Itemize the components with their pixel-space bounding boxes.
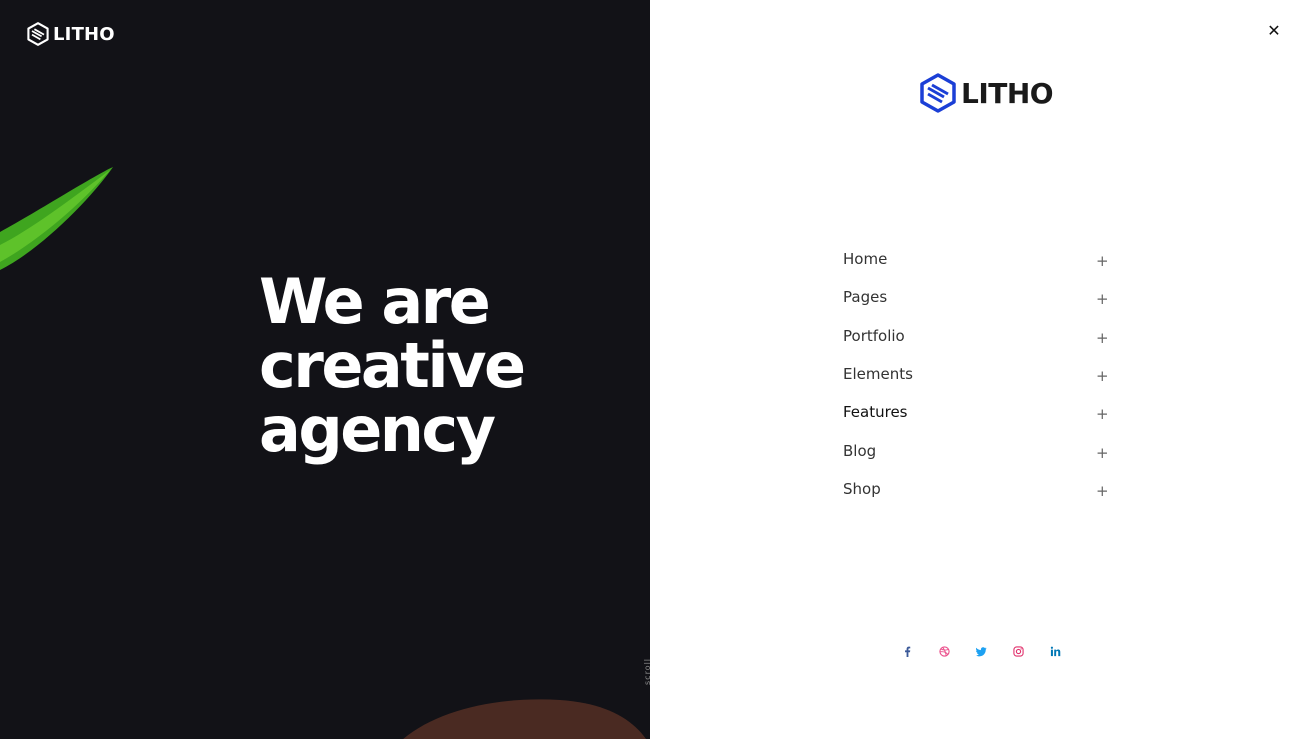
- menu-item-portfolio[interactable]: Portfolio +: [843, 317, 1109, 355]
- menu-item-label: Elements: [843, 365, 913, 384]
- menu-item-label: Pages: [843, 288, 888, 307]
- hero-logo[interactable]: LITHO: [27, 22, 115, 46]
- litho-logo-icon: [920, 73, 956, 113]
- menu-item-label: Features: [843, 403, 908, 422]
- plus-icon[interactable]: +: [1096, 290, 1109, 308]
- hero-section: LITHO We are creative agency scroll: [0, 0, 650, 739]
- dribbble-link[interactable]: [936, 642, 952, 660]
- menu-item-features[interactable]: Features +: [843, 393, 1109, 431]
- hand-decoration: [403, 699, 646, 739]
- panel-logo[interactable]: LITHO: [920, 73, 1054, 113]
- twitter-icon: [975, 646, 987, 656]
- close-button[interactable]: ✕: [1264, 20, 1284, 40]
- menu-item-shop[interactable]: Shop +: [843, 470, 1109, 508]
- facebook-icon: [904, 646, 910, 657]
- menu-item-pages[interactable]: Pages +: [843, 278, 1109, 316]
- facebook-link[interactable]: [899, 642, 915, 660]
- social-links: [899, 642, 1063, 660]
- dribbble-icon: [938, 645, 950, 657]
- hero-logo-text: LITHO: [53, 23, 115, 45]
- menu-item-label: Blog: [843, 441, 877, 460]
- menu-item-blog[interactable]: Blog +: [843, 431, 1109, 469]
- headline-line: agency: [259, 393, 496, 466]
- panel-logo-text: LITHO: [961, 76, 1054, 110]
- menu-item-label: Portfolio: [843, 326, 905, 345]
- plus-icon[interactable]: +: [1096, 444, 1109, 462]
- menu-item-home[interactable]: Home +: [843, 240, 1109, 278]
- instagram-icon: [1012, 645, 1024, 657]
- headline-line: creative: [259, 329, 526, 402]
- main-menu: Home + Pages + Portfolio + Elements + Fe…: [843, 240, 1109, 508]
- plus-icon[interactable]: +: [1096, 367, 1109, 385]
- menu-item-elements[interactable]: Elements +: [843, 355, 1109, 393]
- linkedin-link[interactable]: [1047, 642, 1063, 660]
- scroll-indicator[interactable]: scroll: [643, 658, 650, 685]
- plus-icon[interactable]: +: [1096, 329, 1109, 347]
- twitter-link[interactable]: [973, 642, 989, 660]
- menu-item-label: Shop: [843, 479, 881, 498]
- hero-headline: We are creative agency: [259, 270, 619, 462]
- plus-icon[interactable]: +: [1096, 482, 1109, 500]
- menu-item-label: Home: [843, 250, 888, 269]
- litho-logo-icon: [27, 22, 49, 46]
- menu-panel: ✕ LITHO Home + Pages + Portfolio + Eleme…: [650, 0, 1300, 739]
- headline-line: We are: [259, 265, 491, 338]
- plus-icon[interactable]: +: [1096, 405, 1109, 423]
- instagram-link[interactable]: [1010, 642, 1026, 660]
- close-icon: ✕: [1267, 20, 1281, 40]
- plus-icon[interactable]: +: [1096, 252, 1109, 270]
- linkedin-icon: [1050, 646, 1060, 656]
